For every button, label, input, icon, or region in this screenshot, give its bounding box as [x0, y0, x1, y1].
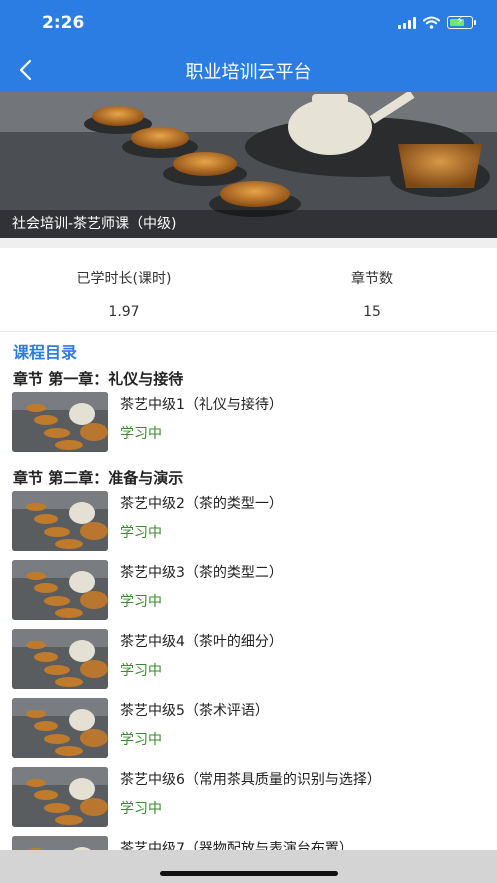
bottom-bar — [0, 850, 497, 883]
signal-icon — [398, 17, 416, 29]
chapter-heading: 章节 第一章：礼仪与接待 — [13, 370, 184, 388]
chapter-heading: 章节 第二章：准备与演示 — [13, 469, 184, 487]
home-indicator[interactable] — [160, 871, 338, 876]
banner-caption: 社会培训-茶艺师课（中级) — [0, 210, 497, 238]
lesson-item[interactable]: 茶艺中级5（茶术评语） 学习中 — [12, 698, 482, 758]
lesson-title: 茶艺中级4（茶叶的细分） — [120, 634, 283, 650]
study-hours-stat: 已学时长(课时) 1.97 — [0, 268, 248, 320]
top-bar: 2:26 ⚡ 职业培训云平台 — [0, 0, 497, 92]
lesson-item[interactable]: 茶艺中级4（茶叶的细分） 学习中 — [12, 629, 482, 689]
battery-icon: ⚡ — [447, 14, 476, 29]
lesson-thumbnail — [12, 629, 108, 689]
chapter-count-value: 15 — [363, 304, 381, 320]
wifi-icon — [423, 16, 440, 29]
lesson-item[interactable]: 茶艺中级2（茶的类型一） 学习中 — [12, 491, 482, 551]
lesson-status: 学习中 — [120, 801, 162, 817]
lesson-title: 茶艺中级6（常用茶具质量的识别与选择） — [120, 772, 381, 788]
page-title: 职业培训云平台 — [185, 62, 312, 83]
lesson-thumbnail — [12, 836, 108, 850]
chapter-count-stat: 章节数 15 — [248, 268, 496, 320]
lesson-item[interactable]: 茶艺中级6（常用茶具质量的识别与选择） 学习中 — [12, 767, 482, 827]
lesson-status: 学习中 — [120, 426, 162, 442]
lesson-status: 学习中 — [120, 594, 162, 610]
lesson-thumbnail — [12, 392, 108, 452]
divider — [0, 238, 497, 248]
lesson-status: 学习中 — [120, 525, 162, 541]
lesson-title: 茶艺中级2（茶的类型一） — [120, 496, 283, 512]
lesson-title: 茶艺中级3（茶的类型二） — [120, 565, 283, 581]
lesson-item[interactable]: 茶艺中级1（礼仪与接待） 学习中 — [12, 392, 482, 452]
lesson-status: 学习中 — [120, 663, 162, 679]
course-banner: 社会培训-茶艺师课（中级) — [0, 92, 497, 238]
catalog-title: 课程目录 — [13, 343, 78, 362]
lesson-title: 茶艺中级5（茶术评语） — [120, 703, 269, 719]
lesson-status: 学习中 — [120, 732, 162, 748]
lesson-thumbnail — [12, 698, 108, 758]
lesson-title: 茶艺中级1（礼仪与接待） — [120, 397, 283, 413]
lesson-item[interactable]: 茶艺中级3（茶的类型二） 学习中 — [12, 560, 482, 620]
study-hours-value: 1.97 — [108, 304, 140, 320]
lesson-thumbnail — [12, 491, 108, 551]
study-stats: 已学时长(课时) 1.97 章节数 15 — [0, 248, 497, 332]
lesson-thumbnail — [12, 560, 108, 620]
lesson-thumbnail — [12, 767, 108, 827]
study-hours-label: 已学时长(课时) — [76, 271, 172, 287]
lesson-item[interactable]: 茶艺中级7（器物配放与表演台布置） — [12, 836, 482, 850]
status-icons: ⚡ — [398, 14, 476, 29]
lesson-title: 茶艺中级7（器物配放与表演台布置） — [120, 841, 353, 850]
chapter-count-label: 章节数 — [351, 271, 393, 287]
status-time: 2:26 — [42, 13, 85, 33]
